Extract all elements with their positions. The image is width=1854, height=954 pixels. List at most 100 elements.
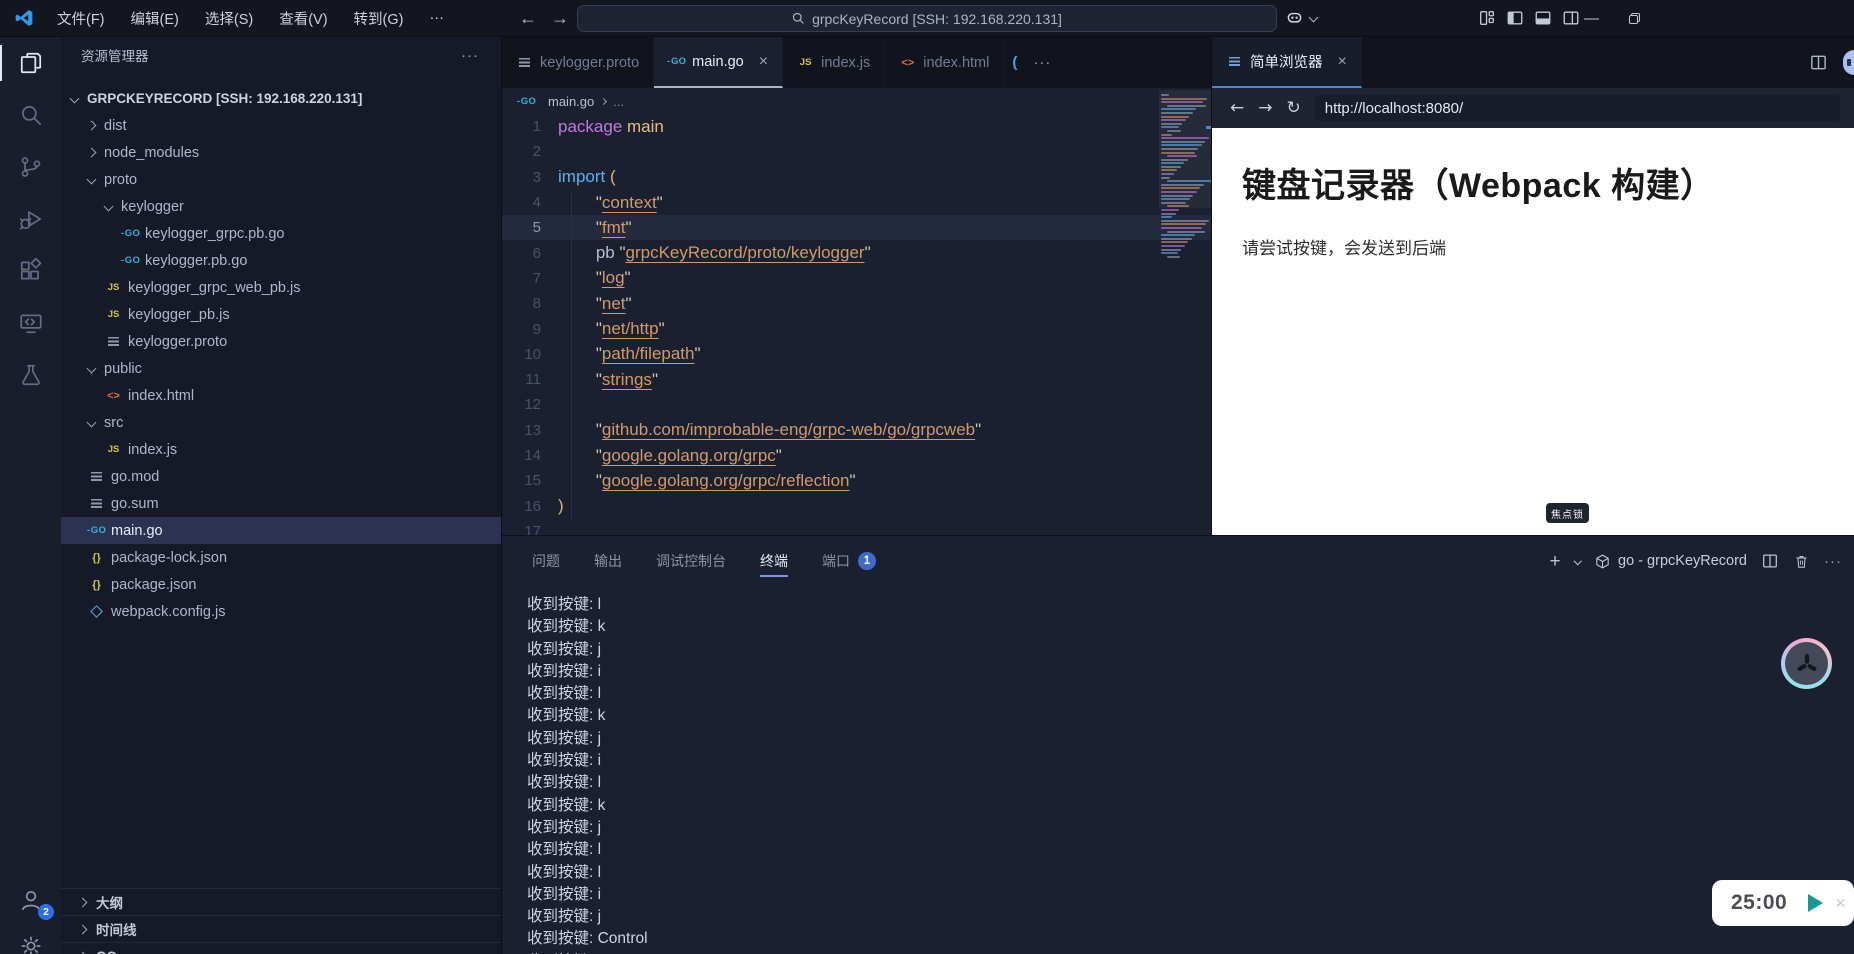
tree-item-keylogger.proto[interactable]: keylogger.proto xyxy=(61,328,501,355)
browser-back-icon[interactable]: ← xyxy=(1230,98,1244,118)
activity-search[interactable] xyxy=(0,89,61,141)
code-line-10[interactable]: 10 "path/filepath" xyxy=(502,342,1211,367)
panel-tab-终端[interactable]: 终端 xyxy=(760,536,788,586)
panel-tab-调试控制台[interactable]: 调试控制台 xyxy=(656,536,726,586)
customize-layout-icon[interactable] xyxy=(1478,9,1496,27)
minimize-button[interactable]: — xyxy=(1584,10,1599,27)
activity-explorer[interactable] xyxy=(0,37,61,89)
panel-tab-问题[interactable]: 问题 xyxy=(532,536,560,586)
overlay-pill[interactable] xyxy=(1843,50,1854,75)
panel-tab-端口[interactable]: 端口 1 xyxy=(822,536,876,586)
code-line-12[interactable]: 12 xyxy=(502,392,1211,417)
copilot-button[interactable] xyxy=(1284,7,1319,28)
close-icon[interactable]: × xyxy=(759,53,768,71)
code-line-7[interactable]: 7 "log" xyxy=(502,266,1211,291)
activity-extensions[interactable] xyxy=(0,245,61,297)
tree-item-keylogger[interactable]: keylogger xyxy=(61,193,501,220)
split-terminal-icon[interactable] xyxy=(1761,552,1779,570)
code-line-8[interactable]: 8 "net" xyxy=(502,291,1211,316)
toggle-sidebar-icon[interactable] xyxy=(1506,9,1524,27)
activity-testing[interactable] xyxy=(0,349,61,401)
code-lines[interactable]: 1 package main 2 3 import (4 "context" 5 "fmt" 6… xyxy=(502,114,1211,535)
tab--[interactable]: ( xyxy=(1004,37,1025,88)
activity-run-debug[interactable] xyxy=(0,193,61,245)
sidebar-section-时间线[interactable]: 时间线 xyxy=(61,915,501,942)
code-line-15[interactable]: 15 "google.golang.org/grpc/reflection" xyxy=(502,468,1211,493)
tree-item-grpckeyrecord-ssh-192.168.220.131-[interactable]: GRPCKEYRECORD [SSH: 192.168.220.131] xyxy=(61,85,501,112)
activity-account[interactable]: 2 xyxy=(0,874,61,926)
tree-item-index.js[interactable]: JS index.js xyxy=(61,436,501,463)
menu-item-5[interactable]: ··· xyxy=(416,10,457,26)
tree-item-keylogger-grpc-web-pb.js[interactable]: JS keylogger_grpc_web_pb.js xyxy=(61,274,501,301)
minimap[interactable] xyxy=(1161,94,1211,259)
code-line-1[interactable]: 1 package main xyxy=(502,114,1211,139)
split-editor-icon[interactable] xyxy=(1809,53,1828,72)
breadcrumb[interactable]: GO main.go ... xyxy=(502,88,1211,114)
code-line-17[interactable]: 17 xyxy=(502,519,1211,535)
browser-reload-icon[interactable]: ↻ xyxy=(1287,98,1301,118)
pomodoro-timer[interactable]: 25:00 × xyxy=(1712,880,1854,926)
toggle-secondary-sidebar-icon[interactable] xyxy=(1562,9,1580,27)
activity-settings-gear[interactable] xyxy=(0,926,61,954)
tree-item-go.sum[interactable]: go.sum xyxy=(61,490,501,517)
code-line-4[interactable]: 4 "context" xyxy=(502,190,1211,215)
tree-item-keylogger.pb.go[interactable]: GO keylogger.pb.go xyxy=(61,247,501,274)
sidebar-section-GO[interactable]: GO xyxy=(61,942,501,954)
code-line-5[interactable]: 5 "fmt" xyxy=(502,215,1211,241)
tree-item-node-modules[interactable]: node_modules xyxy=(61,139,501,166)
kill-terminal-trash-icon[interactable] xyxy=(1793,553,1810,570)
panel-more-icon[interactable]: ··· xyxy=(1824,553,1842,570)
code-line-16[interactable]: 16) xyxy=(502,493,1211,518)
tree-item-webpack.config.js[interactable]: webpack.config.js xyxy=(61,598,501,625)
tree-item-public[interactable]: public xyxy=(61,355,501,382)
menu-item-3[interactable]: 查看(V) xyxy=(266,8,340,29)
tree-item-proto[interactable]: proto xyxy=(61,166,501,193)
sidebar-section-大纲[interactable]: 大纲 xyxy=(61,888,501,915)
history-forward-icon[interactable]: → xyxy=(551,0,569,37)
menu-item-0[interactable]: 文件(F) xyxy=(44,8,118,29)
new-terminal-icon[interactable]: + xyxy=(1549,552,1560,571)
toggle-panel-icon[interactable] xyxy=(1534,9,1552,27)
terminal-dropdown-icon[interactable] xyxy=(1573,557,1582,565)
code-line-13[interactable]: 13 "github.com/improbable-eng/grpc-web/go… xyxy=(502,418,1211,443)
tree-item-keylogger-grpc.pb.go[interactable]: GO keylogger_grpc.pb.go xyxy=(61,220,501,247)
code-line-14[interactable]: 14 "google.golang.org/grpc" xyxy=(502,443,1211,468)
explorer-actions-icon[interactable]: ··· xyxy=(461,47,479,64)
terminal-output[interactable]: 收到按键: l 收到按键: k 收到按键: j 收到按键: i 收到按键: l 收到按键:… xyxy=(502,586,1854,954)
menu-item-2[interactable]: 选择(S) xyxy=(192,8,266,29)
tree-item-go.mod[interactable]: go.mod xyxy=(61,463,501,490)
code-line-6[interactable]: 6 pb "grpcKeyRecord/proto/keylogger" xyxy=(502,240,1211,265)
code-line-9[interactable]: 9 "net/http" xyxy=(502,316,1211,341)
command-center-search[interactable]: grpcKeyRecord [SSH: 192.168.220.131] xyxy=(577,5,1277,32)
assistant-floating-button[interactable] xyxy=(1781,638,1832,689)
close-icon[interactable]: × xyxy=(1338,53,1347,71)
code-line-2[interactable]: 2 xyxy=(502,139,1211,164)
tree-item-package-lock.json[interactable]: {} package-lock.json xyxy=(61,544,501,571)
activity-remote-explorer[interactable] xyxy=(0,297,61,349)
code-line-3[interactable]: 3 import ( xyxy=(502,165,1211,190)
tree-item-dist[interactable]: dist xyxy=(61,112,501,139)
tree-item-main.go[interactable]: GO main.go xyxy=(61,517,501,544)
tab-index.js[interactable]: JS index.js xyxy=(783,37,886,88)
restore-button[interactable] xyxy=(1629,13,1640,24)
tree-item-src[interactable]: src xyxy=(61,409,501,436)
menu-item-1[interactable]: 编辑(E) xyxy=(118,8,192,29)
panel-tab-输出[interactable]: 输出 xyxy=(594,536,622,586)
timer-play-icon[interactable] xyxy=(1808,894,1824,912)
menu-item-4[interactable]: 转到(G) xyxy=(341,8,417,29)
tab-overflow-icon[interactable]: ··· xyxy=(1025,37,1059,88)
url-field[interactable]: http://localhost:8080/ xyxy=(1314,95,1840,121)
history-back-icon[interactable]: ← xyxy=(519,0,537,37)
timer-close-icon[interactable]: × xyxy=(1835,893,1846,914)
tab-simple-browser[interactable]: 简单浏览器 × xyxy=(1212,37,1362,88)
terminal-session[interactable]: go - grpcKeyRecord xyxy=(1594,553,1747,570)
browser-forward-icon[interactable]: → xyxy=(1258,98,1272,118)
code-line-11[interactable]: 11 "strings" xyxy=(502,367,1211,392)
tab-index.html[interactable]: <> index.html xyxy=(885,37,1005,88)
tab-keylogger.proto[interactable]: keylogger.proto xyxy=(502,37,655,88)
tree-item-package.json[interactable]: {} package.json xyxy=(61,571,501,598)
tree-item-index.html[interactable]: <> index.html xyxy=(61,382,501,409)
tree-item-keylogger-pb.js[interactable]: JS keylogger_pb.js xyxy=(61,301,501,328)
tab-main.go[interactable]: GO main.go × xyxy=(654,37,784,88)
activity-source-control[interactable] xyxy=(0,141,61,193)
